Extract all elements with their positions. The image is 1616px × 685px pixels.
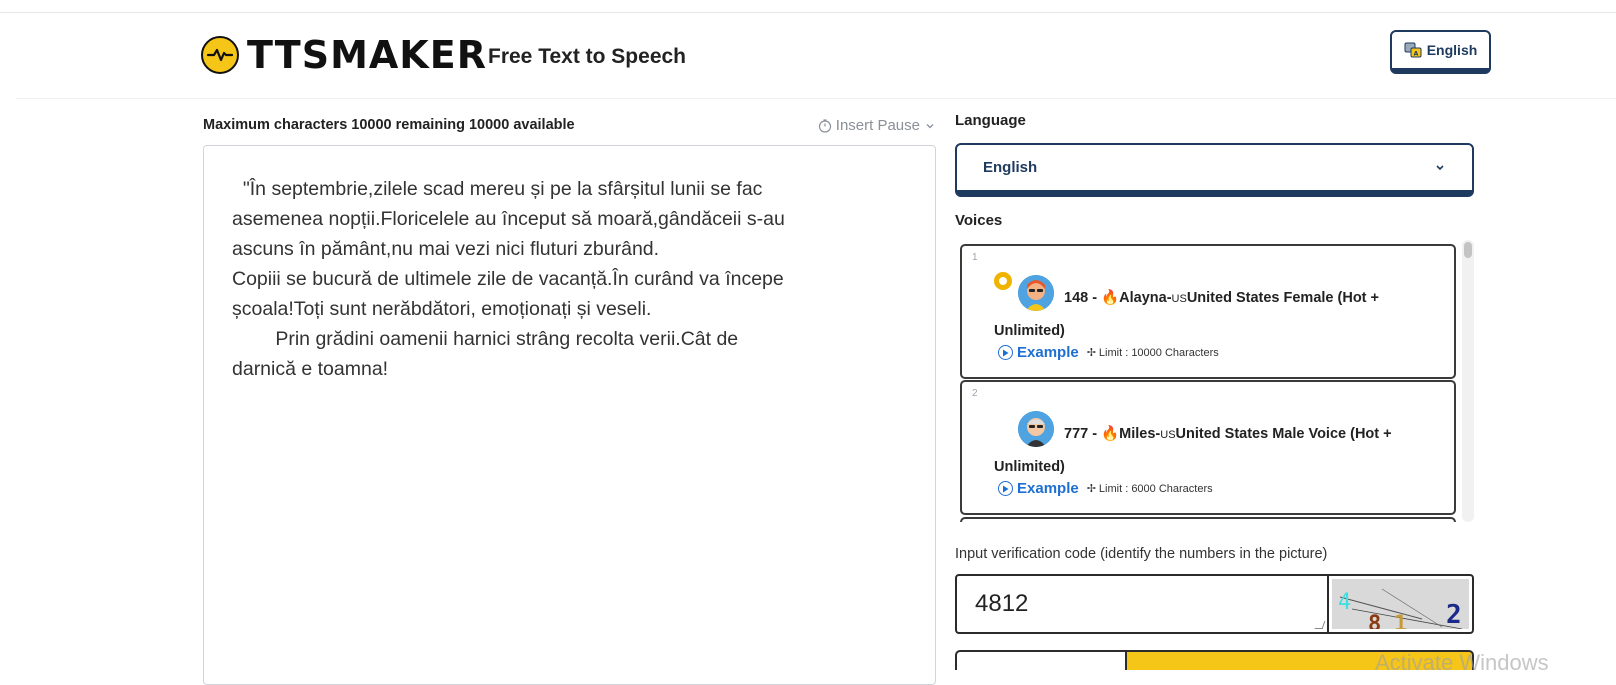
- captcha-digit: 1: [1394, 612, 1407, 629]
- voices-list[interactable]: 1 148 - 🔥Alayna-USUnited States Female (…: [955, 240, 1474, 522]
- language-select-value: English: [983, 159, 1038, 176]
- captcha-digit: 8: [1368, 612, 1381, 629]
- resize-handle-icon[interactable]: [1314, 621, 1326, 629]
- verification-label: Input verification code (identify the nu…: [955, 546, 1328, 562]
- play-icon: [998, 345, 1013, 360]
- svg-text:A: A: [1413, 51, 1418, 58]
- logo-text: TTSMAKER: [247, 33, 487, 77]
- captcha-digit: 4: [1338, 590, 1351, 615]
- waveform-logo-icon: [201, 36, 239, 74]
- secondary-button[interactable]: [955, 650, 1127, 670]
- voice-card-number: 2: [972, 388, 978, 399]
- chevron-down-icon: [926, 123, 934, 128]
- captcha-digit: 2: [1446, 600, 1462, 629]
- example-play-button[interactable]: Example: [998, 344, 1079, 361]
- insert-pause-label: Insert Pause: [835, 117, 920, 134]
- voice-card[interactable]: 2 777 - 🔥Miles-USUnited States Male Voic…: [960, 380, 1456, 515]
- voice-title: 148 - 🔥Alayna-USUnited States Female (Ho…: [994, 290, 1379, 339]
- site-header: TTSMAKER Free Text to Speech A English: [16, 13, 1616, 99]
- fire-icon: 🔥: [1101, 290, 1120, 306]
- site-tagline: Free Text to Speech: [488, 45, 687, 68]
- language-button-label: English: [1426, 42, 1478, 58]
- verification-code-input[interactable]: 4812: [957, 576, 1329, 632]
- voice-card[interactable]: 1 148 - 🔥Alayna-USUnited States Female (…: [960, 244, 1456, 379]
- language-select[interactable]: English: [955, 143, 1474, 197]
- max-characters-info: Maximum characters 10000 remaining 10000…: [203, 117, 575, 133]
- play-icon: [998, 481, 1013, 496]
- translate-icon: A: [1404, 42, 1422, 58]
- language-label: Language: [955, 112, 1026, 129]
- sparkle-icon: ✢: [1086, 483, 1096, 495]
- language-switch-button[interactable]: A English: [1390, 30, 1491, 74]
- fire-icon: 🔥: [1101, 426, 1120, 442]
- scroll-thumb[interactable]: [1464, 242, 1472, 258]
- timer-icon: [818, 118, 831, 133]
- activate-windows-watermark: Activate Windows: [1375, 650, 1549, 675]
- character-limit: ✢ Limit : 6000 Characters: [1086, 482, 1213, 496]
- insert-pause-dropdown[interactable]: Insert Pause: [818, 117, 936, 134]
- voices-scrollbar[interactable]: [1462, 240, 1474, 522]
- voice-title: 777 - 🔥Miles-USUnited States Male Voice …: [994, 426, 1392, 475]
- country-code: US: [1171, 293, 1187, 305]
- captcha-image[interactable]: 4 8 1 2: [1332, 579, 1469, 629]
- voices-label: Voices: [955, 212, 1003, 229]
- character-limit: ✢ Limit : 10000 Characters: [1086, 346, 1219, 360]
- example-play-button[interactable]: Example: [998, 480, 1079, 497]
- voice-card-partial[interactable]: [960, 517, 1456, 522]
- voice-card-number: 1: [972, 252, 978, 263]
- verification-row: 4812 4 8 1 2: [955, 574, 1474, 634]
- chevron-down-icon: [1436, 164, 1444, 170]
- settings-panel: Language English Voices 1 148 - 🔥Alayna-…: [955, 112, 1475, 670]
- logo[interactable]: TTSMAKER: [201, 33, 487, 77]
- country-code: US: [1160, 429, 1176, 441]
- sparkle-icon: ✢: [1086, 347, 1096, 359]
- text-input-area[interactable]: "În septembrie,zilele scad mereu și pe l…: [203, 145, 936, 685]
